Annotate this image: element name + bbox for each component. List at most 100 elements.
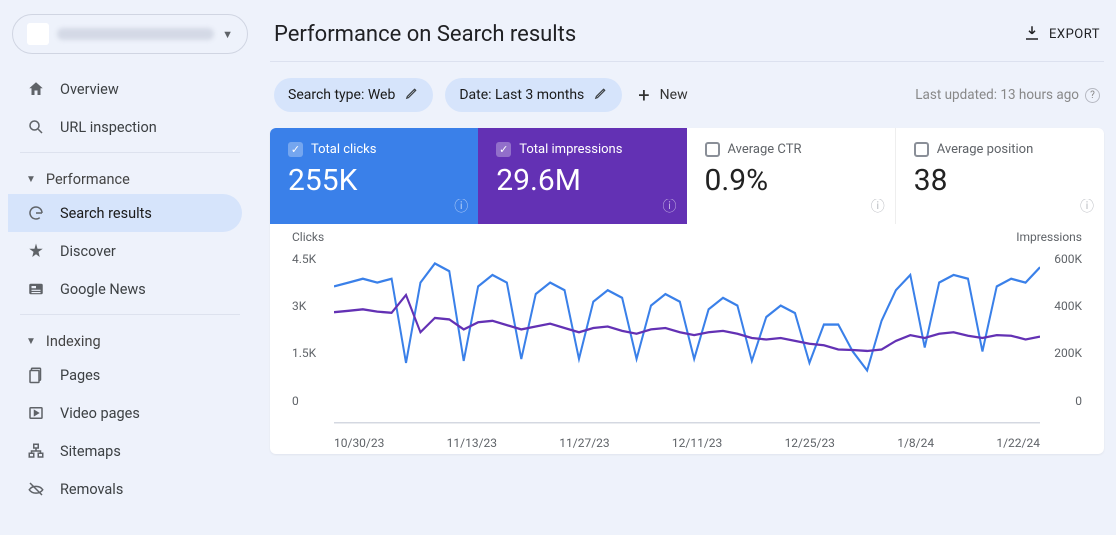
nav-label: Video pages [60, 405, 140, 422]
y-right-title: Impressions [1016, 230, 1082, 244]
nav-label: Search results [60, 205, 152, 222]
performance-card: ✓ Total clicks 255K ⓘ ✓ Total impressions … [270, 128, 1104, 454]
metric-value: 0.9% [705, 163, 877, 198]
y-right-tick: 400K [1054, 299, 1082, 313]
x-axis: 10/30/23 11/13/23 11/27/23 12/11/23 12/2… [334, 436, 1040, 450]
y-left-tick: 3K [292, 299, 306, 313]
chart-area: Clicks Impressions 4.5K 3K 1.5K 0 600K 4… [270, 224, 1104, 454]
metric-label: Average CTR [728, 142, 802, 157]
google-icon [26, 204, 46, 222]
y-left-tick: 1.5K [292, 346, 316, 360]
metric-label-row: ✓ Total clicks [288, 142, 460, 157]
section-label: Performance [46, 171, 130, 188]
help-icon[interactable]: ⓘ [1080, 196, 1094, 216]
pages-icon [26, 366, 46, 384]
pencil-icon [594, 86, 608, 104]
nav-label: Removals [60, 481, 123, 498]
home-icon [26, 80, 46, 98]
checkbox-icon [914, 142, 929, 157]
x-tick: 12/25/23 [785, 436, 835, 450]
nav-sitemaps[interactable]: Sitemaps [8, 432, 242, 470]
export-button[interactable]: EXPORT [1023, 24, 1100, 46]
chip-label: Date: Last 3 months [459, 87, 584, 103]
nav-label: Overview [60, 81, 119, 98]
last-updated: Last updated: 13 hours ago ? [915, 87, 1100, 103]
nav-overview[interactable]: Overview [8, 70, 242, 108]
last-updated-text: Last updated: 13 hours ago [915, 87, 1079, 103]
metric-label: Average position [937, 142, 1034, 157]
x-tick: 11/13/23 [447, 436, 497, 450]
checkbox-icon [705, 142, 720, 157]
filter-date[interactable]: Date: Last 3 months [445, 78, 622, 112]
pencil-icon [405, 86, 419, 104]
nav-pages[interactable]: Pages [8, 356, 242, 394]
chip-label: Search type: Web [288, 87, 395, 103]
sitemaps-icon [26, 442, 46, 460]
export-label: EXPORT [1049, 27, 1100, 42]
y-right-tick: 200K [1054, 346, 1082, 360]
site-name-blurred [57, 28, 214, 40]
nav-url-inspection[interactable]: URL inspection [8, 108, 242, 146]
title-row: Performance on Search results EXPORT [270, 10, 1104, 62]
y-left-tick: 0 [292, 394, 299, 408]
metric-value: 38 [914, 163, 1086, 198]
nav-google-news[interactable]: Google News [8, 270, 242, 308]
metric-label-row: Average CTR [705, 142, 877, 157]
metric-value: 255K [288, 163, 460, 198]
metric-label: Total clicks [311, 142, 376, 157]
chevron-down-icon: ▼ [26, 174, 36, 185]
nav-label: Google News [60, 281, 146, 298]
checkbox-icon: ✓ [496, 142, 511, 157]
section-performance[interactable]: ▼ Performance [8, 159, 252, 194]
y-left-title: Clicks [292, 230, 324, 244]
nav-label: Discover [60, 243, 116, 260]
metric-avg-ctr[interactable]: Average CTR 0.9% ⓘ [687, 128, 896, 224]
site-selector[interactable]: ▼ [12, 14, 248, 54]
y-left-tick: 4.5K [292, 252, 316, 266]
filter-search-type[interactable]: Search type: Web [274, 78, 433, 112]
nav-discover[interactable]: Discover [8, 232, 242, 270]
sidebar: ▼ Overview URL inspection ▼ Performance … [0, 0, 260, 535]
nav-label: Pages [60, 367, 100, 384]
line-chart [334, 252, 1040, 424]
page-title: Performance on Search results [274, 22, 576, 47]
x-tick: 1/22/24 [996, 436, 1040, 450]
help-icon[interactable]: ? [1085, 88, 1100, 103]
news-icon [26, 280, 46, 298]
filters-row: Search type: Web Date: Last 3 months + N… [270, 62, 1104, 128]
metric-total-impressions[interactable]: ✓ Total impressions 29.6M ⓘ [478, 128, 686, 224]
y-right-tick: 600K [1054, 252, 1082, 266]
star-icon [26, 242, 46, 260]
plus-icon: + [638, 83, 649, 107]
metric-avg-position[interactable]: Average position 38 ⓘ [896, 128, 1104, 224]
metric-label: Total impressions [519, 142, 622, 157]
checkbox-icon: ✓ [288, 142, 303, 157]
x-tick: 12/11/23 [672, 436, 722, 450]
section-label: Indexing [46, 333, 101, 350]
search-icon [26, 118, 46, 136]
metric-label-row: ✓ Total impressions [496, 142, 668, 157]
nav-removals[interactable]: Removals [8, 470, 242, 508]
help-icon[interactable]: ⓘ [871, 196, 885, 216]
divider [20, 314, 240, 315]
help-icon[interactable]: ⓘ [454, 196, 468, 216]
main-content: Performance on Search results EXPORT Sea… [260, 0, 1116, 535]
metric-value: 29.6M [496, 163, 668, 198]
section-indexing[interactable]: ▼ Indexing [8, 321, 252, 356]
x-tick: 1/8/24 [897, 436, 934, 450]
x-tick: 11/27/23 [559, 436, 609, 450]
add-filter-button[interactable]: + New [638, 83, 687, 107]
video-pages-icon [26, 404, 46, 422]
metric-tiles: ✓ Total clicks 255K ⓘ ✓ Total impressions … [270, 128, 1104, 224]
help-icon[interactable]: ⓘ [663, 196, 677, 216]
nav-video-pages[interactable]: Video pages [8, 394, 242, 432]
nav-label: URL inspection [60, 119, 157, 136]
nav-label: Sitemaps [60, 443, 121, 460]
chevron-down-icon: ▼ [26, 336, 36, 347]
chevron-down-icon: ▼ [222, 28, 233, 41]
nav-search-results[interactable]: Search results [8, 194, 242, 232]
metric-total-clicks[interactable]: ✓ Total clicks 255K ⓘ [270, 128, 478, 224]
new-label: New [660, 87, 688, 103]
metric-label-row: Average position [914, 142, 1086, 157]
x-tick: 10/30/23 [334, 436, 384, 450]
